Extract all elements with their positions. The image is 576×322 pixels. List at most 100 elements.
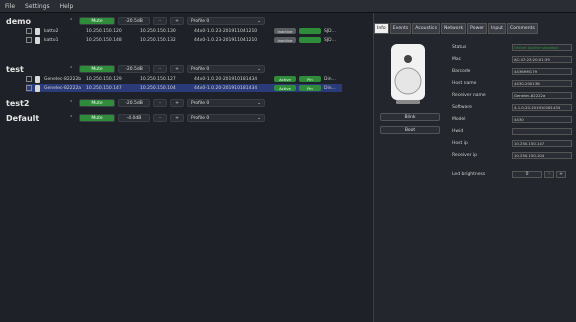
volume-up-button[interactable]: + — [170, 99, 184, 107]
led-control: 0 - + — [512, 170, 566, 178]
expand-icon[interactable]: ° — [70, 66, 79, 72]
group-list-panel: demo ° Mute -20.5dB - + Profile 0 ⌄ katto… — [0, 13, 373, 322]
profile-select[interactable]: Profile 0 ⌄ — [187, 114, 265, 122]
volume-down-button[interactable]: - — [153, 99, 167, 107]
volume-down-button[interactable]: - — [153, 65, 167, 73]
group-row-test[interactable]: test ° Mute -20.5dB - + Profile 0 ⌄ — [6, 63, 265, 75]
device-ip: 10.250.150.129 — [86, 76, 122, 82]
power-badge[interactable]: Pin — [299, 76, 321, 82]
info-value — [512, 127, 572, 135]
group-name: Default — [6, 113, 40, 123]
profile-select[interactable]: Profile 0 ⌄ — [187, 65, 265, 73]
volume-up-button[interactable]: + — [170, 114, 184, 122]
device-row[interactable]: katto2 10.250.150.120 10.250.150.130 44x… — [26, 27, 342, 35]
led-brightness-row: Led brightness 0 - + — [452, 170, 574, 178]
led-brightness-value[interactable]: 0 — [512, 170, 542, 178]
volume-field[interactable]: -20.5dB — [118, 65, 150, 73]
info-label: Receiver name — [452, 92, 486, 98]
device-row[interactable]: Genelec-82222b 10.250.150.129 10.250.150… — [26, 75, 342, 83]
speaker-icon — [35, 36, 40, 44]
group-row-demo[interactable]: demo ° Mute -20.5dB - + Profile 0 ⌄ — [6, 15, 265, 27]
led-minus-button[interactable]: - — [544, 170, 554, 178]
group-row-test2[interactable]: test2 ° Mute -20.5dB - + Profile 0 ⌄ — [6, 97, 265, 109]
volume-up-button[interactable]: + — [170, 17, 184, 25]
group-name: test2 — [6, 98, 30, 108]
info-row-barcode: Barcode 4436HM179 — [452, 67, 574, 75]
tab-network[interactable]: Network — [440, 23, 467, 34]
tab-input[interactable]: Input — [488, 23, 506, 34]
volume-down-button[interactable]: - — [153, 17, 167, 25]
mute-button[interactable]: Mute — [79, 17, 115, 25]
chevron-down-icon: ⌄ — [257, 66, 261, 72]
boot-button[interactable]: Boot — [380, 126, 440, 134]
device-ip: 10.250.150.147 — [86, 85, 122, 91]
chevron-down-icon: ⌄ — [257, 18, 261, 24]
info-value: 4430-20013B — [512, 79, 572, 87]
chevron-down-icon: ⌄ — [257, 100, 261, 106]
device-row-selected[interactable]: Genelec-82222a 10.250.150.147 10.250.150… — [26, 84, 342, 92]
info-row-receiver-ip: Receiver ip 10.250.150.104 — [452, 151, 574, 159]
info-value: Genelec-82222a — [512, 91, 572, 99]
state-badge[interactable]: Inactive — [274, 28, 296, 34]
mute-button[interactable]: Mute — [79, 114, 115, 122]
menu-settings[interactable]: Settings — [20, 3, 55, 10]
info-value: 10.250.150.104 — [512, 151, 572, 159]
blink-button[interactable]: Blink — [380, 113, 440, 121]
profile-select[interactable]: Profile 0 ⌄ — [187, 99, 265, 107]
info-label: Software — [452, 104, 472, 110]
mute-button[interactable]: Mute — [79, 99, 115, 107]
info-label: Host ip — [452, 140, 468, 146]
expand-icon[interactable]: ° — [70, 100, 79, 106]
detail-tabs: Info Events Acoustics Network Power Inpu… — [374, 23, 576, 34]
expand-icon[interactable]: ° — [70, 115, 79, 121]
device-name: Genelec-82222a — [44, 85, 82, 91]
menu-bar: File Settings Help — [0, 0, 576, 13]
group-row-default[interactable]: Default ° Mute -4.0dB - + Profile 0 ⌄ — [6, 112, 265, 124]
power-badge[interactable] — [299, 28, 321, 34]
state-badge[interactable]: Active — [274, 76, 296, 82]
menu-help[interactable]: Help — [55, 3, 79, 10]
device-checkbox[interactable] — [26, 85, 32, 91]
tab-acoustics[interactable]: Acoustics — [412, 23, 440, 34]
volume-field[interactable]: -20.5dB — [118, 99, 150, 107]
led-label: Led brightness — [452, 171, 486, 177]
device-id: SJD... — [324, 37, 336, 43]
info-value: 4-1.0.20-201910181434 — [512, 103, 572, 111]
volume-down-button[interactable]: - — [153, 114, 167, 122]
power-badge[interactable]: Pin — [299, 85, 321, 91]
receiver-ip: 10.250.150.104 — [140, 85, 176, 91]
device-checkbox[interactable] — [26, 28, 32, 34]
state-badge[interactable]: Active — [274, 85, 296, 91]
info-row-hwid: Hwid — [452, 127, 574, 135]
device-row[interactable]: katto1 10.250.150.148 10.250.150.132 44x… — [26, 36, 342, 44]
tab-comments[interactable]: Comments — [506, 23, 538, 34]
led-plus-button[interactable]: + — [556, 170, 566, 178]
info-row-receiver-name: Receiver name Genelec-82222a — [452, 91, 574, 99]
volume-field[interactable]: -20.5dB — [118, 17, 150, 25]
speaker-icon — [35, 27, 40, 35]
info-label: Hwid — [452, 128, 464, 134]
app-window: File Settings Help demo ° Mute -20.5dB -… — [0, 0, 576, 322]
tab-events[interactable]: Events — [389, 23, 412, 34]
tab-power[interactable]: Power — [467, 23, 488, 34]
device-checkbox[interactable] — [26, 76, 32, 82]
info-row-model: Model 4430 — [452, 115, 574, 123]
device-checkbox[interactable] — [26, 37, 32, 43]
device-ip: 10.250.150.120 — [86, 28, 122, 34]
tab-info[interactable]: Info — [374, 23, 389, 34]
device-name: katto1 — [44, 37, 59, 43]
device-name: katto2 — [44, 28, 59, 34]
volume-field[interactable]: -4.0dB — [118, 114, 150, 122]
firmware-version: 44x0-1.0.23-201911041210 — [194, 37, 258, 43]
profile-value: Profile 0 — [191, 18, 210, 24]
expand-icon[interactable]: ° — [70, 18, 79, 24]
power-badge[interactable] — [299, 37, 321, 43]
state-badge[interactable]: Inactive — [274, 37, 296, 43]
volume-up-button[interactable]: + — [170, 65, 184, 73]
device-name: Genelec-82222b — [44, 76, 82, 82]
menu-file[interactable]: File — [0, 3, 20, 10]
profile-select[interactable]: Profile 0 ⌄ — [187, 17, 265, 25]
info-row-status: Status Online (Active standby) — [452, 43, 574, 51]
receiver-ip: 10.250.150.127 — [140, 76, 176, 82]
mute-button[interactable]: Mute — [79, 65, 115, 73]
